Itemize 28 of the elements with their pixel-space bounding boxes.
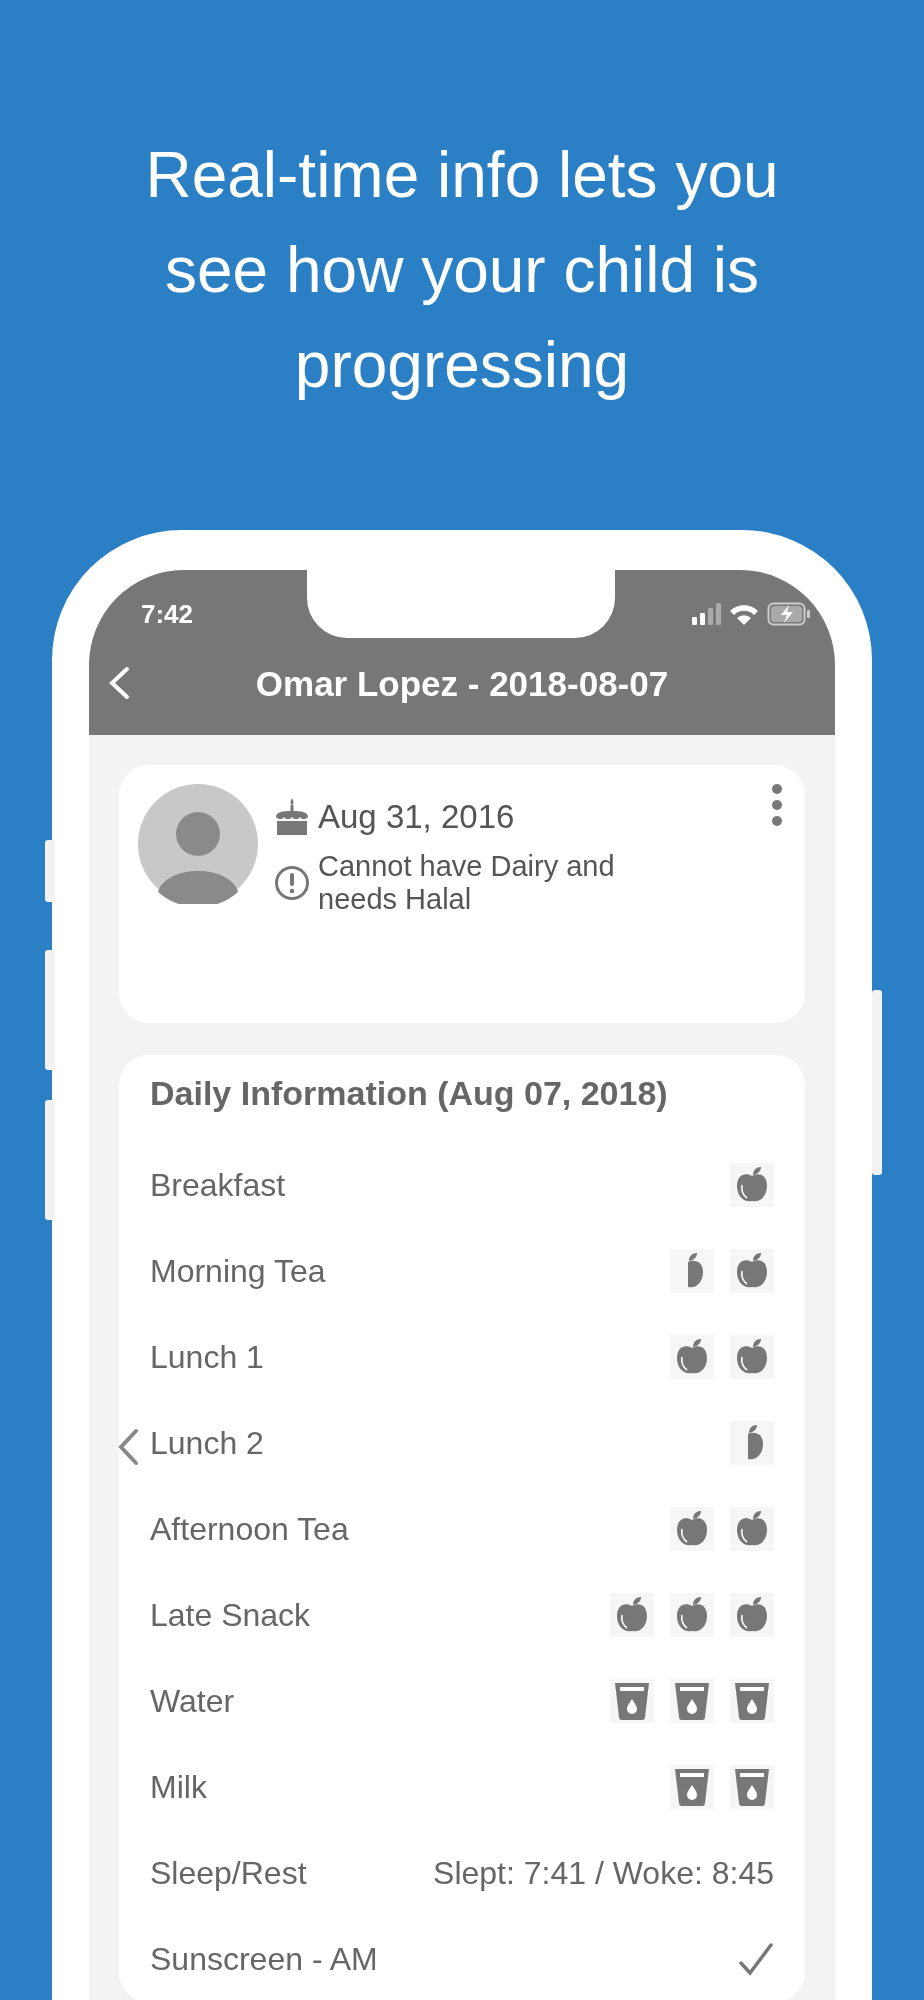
more-button[interactable] xyxy=(771,783,783,827)
row-label: Sleep/Rest xyxy=(150,1854,307,1893)
row-label: Milk xyxy=(150,1768,207,1807)
screen-title: Omar Lopez - 2018-08-07 xyxy=(255,664,669,703)
row-label: Sunscreen - AM xyxy=(150,1940,378,1979)
wifi-icon xyxy=(729,603,759,625)
row-label: Morning Tea xyxy=(150,1252,326,1291)
signal-icon xyxy=(691,603,721,625)
previous-button[interactable] xyxy=(117,1428,139,1466)
more-icon xyxy=(771,783,783,827)
alert-icon xyxy=(274,864,310,901)
dietary-note: Cannot have Dairy and needs Halal xyxy=(318,849,616,916)
back-icon xyxy=(107,665,131,701)
headline: Real-time info lets you see how your child is progressing xyxy=(144,138,780,403)
sleep-times: Slept: 7:41 / Woke: 8:45 xyxy=(433,1854,774,1893)
row-label: Breakfast xyxy=(150,1166,286,1205)
row-label: Late Snack xyxy=(150,1596,311,1635)
row-label: Water xyxy=(150,1682,235,1721)
section-title: Daily Information (Aug 07, 2018) xyxy=(150,1073,669,1113)
battery-icon xyxy=(767,602,811,626)
row-label: Lunch 2 xyxy=(150,1424,264,1463)
row-label: Afternoon Tea xyxy=(150,1510,349,1549)
chevron-left-icon xyxy=(117,1428,139,1466)
clock: 7:42 xyxy=(141,597,194,631)
row-label: Lunch 1 xyxy=(150,1338,264,1377)
cake-icon xyxy=(274,797,310,836)
birth-date: Aug 31, 2016 xyxy=(318,797,515,837)
back-button[interactable] xyxy=(107,665,131,701)
